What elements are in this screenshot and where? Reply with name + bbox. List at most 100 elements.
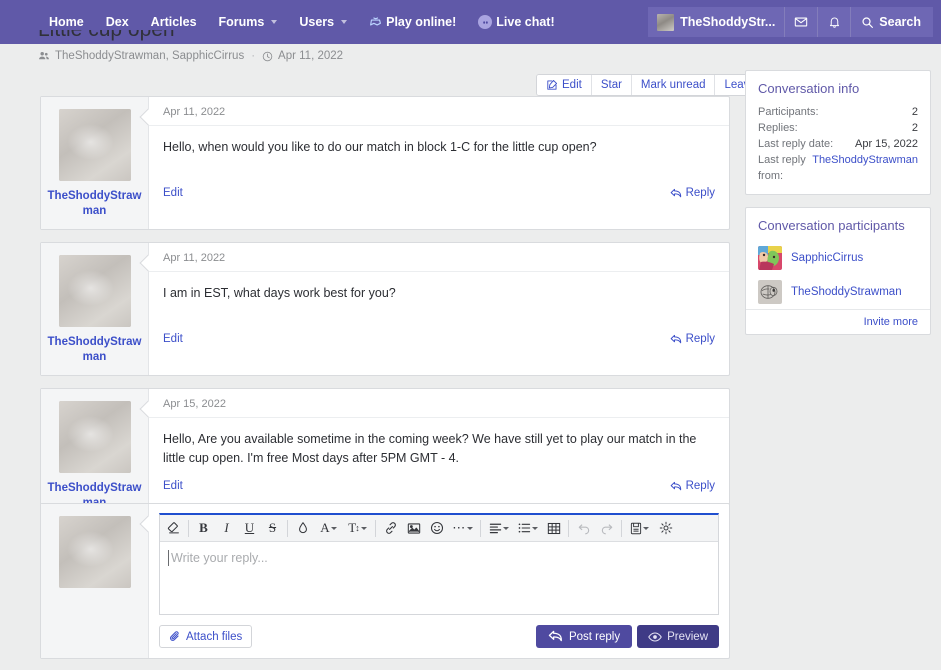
message-edit-link[interactable]: Edit (163, 187, 183, 199)
page-title: Little cup open (38, 30, 175, 42)
info-value: Apr 15, 2022 (855, 136, 918, 152)
conversation-action-bar: Edit Star Mark unread Leave (536, 74, 766, 96)
mark-unread-button[interactable]: Mark unread (632, 75, 716, 95)
avatar (657, 14, 674, 31)
divider (621, 520, 622, 537)
message-reply-link[interactable]: Reply (670, 333, 715, 345)
info-label: Last reply from: (758, 152, 812, 184)
reply-editor-block: B I U S A T ↕ (40, 503, 730, 659)
submit-buttons: Post reply Preview (536, 625, 719, 648)
conversation-participants-heading: Conversation participants (746, 208, 930, 241)
more-options-icon[interactable]: ⋯ (448, 517, 477, 540)
pencil-square-icon (546, 79, 558, 91)
message-text: Hello, Are you available sometime in the… (149, 418, 729, 468)
info-label: Replies: (758, 120, 798, 136)
edit-conversation-button[interactable]: Edit (537, 75, 592, 95)
info-label: Last reply date: (758, 136, 833, 152)
message-date: Apr 11, 2022 (149, 97, 729, 126)
reply-arrow-icon (670, 481, 682, 492)
participant-name: SapphicCirrus (791, 252, 863, 264)
undo-icon[interactable] (572, 517, 595, 540)
conversation-meta: TheShoddyStrawman, SapphicCirrus · Apr 1… (38, 50, 343, 62)
message-footer: Edit Reply (149, 179, 729, 208)
game-controller-icon (369, 16, 382, 29)
message-edit-link[interactable]: Edit (163, 480, 183, 492)
info-row: Last reply date: Apr 15, 2022 (758, 136, 918, 152)
message-item: TheShoddyStrawman Apr 11, 2022 Hello, wh… (40, 96, 730, 230)
message-author-block: TheShoddyStrawman (41, 97, 149, 229)
chevron-down-icon (341, 20, 347, 24)
drafts-icon[interactable] (625, 517, 654, 540)
nav-item-label: Dex (106, 15, 129, 29)
italic-icon[interactable]: I (215, 517, 238, 540)
message-reply-link[interactable]: Reply (670, 480, 715, 492)
insert-smilie-icon[interactable] (425, 517, 448, 540)
message-date: Apr 15, 2022 (149, 389, 729, 418)
clock-icon (262, 51, 273, 62)
insert-table-icon[interactable] (542, 517, 565, 540)
underline-icon[interactable]: U (238, 517, 261, 540)
participant-item[interactable]: TheShoddyStrawman (746, 275, 930, 309)
conversation-info-heading: Conversation info (746, 71, 930, 104)
remove-formatting-icon[interactable] (162, 517, 185, 540)
list-icon[interactable] (513, 517, 542, 540)
insert-image-icon[interactable] (402, 517, 425, 540)
nav-item-label: Home (49, 15, 84, 29)
sandshrew-sketch-avatar[interactable] (59, 109, 131, 181)
divider (375, 520, 376, 537)
sandshrew-sketch-avatar[interactable] (59, 401, 131, 473)
conversation-participants-panel: Conversation participants SapphicCirrus (745, 207, 931, 335)
message-content-block: Apr 15, 2022 Hello, Are you available so… (149, 389, 729, 521)
strikethrough-icon[interactable]: S (261, 517, 284, 540)
text-align-icon[interactable] (484, 517, 513, 540)
bold-icon[interactable]: B (192, 517, 215, 540)
sandshrew-sketch-avatar (59, 516, 131, 588)
message-author-name[interactable]: TheShoddyStrawman (47, 335, 142, 365)
info-value: 2 (912, 104, 918, 120)
last-reply-author-link[interactable]: TheShoddyStrawman (812, 152, 918, 184)
info-row: Replies: 2 (758, 120, 918, 136)
reply-label: Reply (686, 187, 715, 199)
insert-link-icon[interactable] (379, 517, 402, 540)
reply-action-row: Attach files Post reply (159, 625, 719, 648)
page-title-strip: Little cup open (0, 30, 941, 44)
message-author-block: TheShoddyStrawman (41, 243, 149, 375)
message-footer: Edit Reply (149, 325, 729, 354)
font-family-icon[interactable]: A (314, 517, 343, 540)
editor-settings-icon[interactable] (654, 517, 677, 540)
text-color-icon[interactable] (291, 517, 314, 540)
reply-arrow-icon (548, 630, 563, 643)
reply-label: Reply (686, 480, 715, 492)
nav-item-label: Live chat! (496, 15, 554, 29)
post-reply-button[interactable]: Post reply (536, 625, 632, 648)
reply-arrow-icon (670, 188, 682, 199)
message-author-name[interactable]: TheShoddyStrawman (47, 189, 142, 219)
anime-color-avatar (758, 246, 782, 270)
reply-text-input[interactable]: Write your reply... (160, 542, 718, 614)
redo-icon[interactable] (595, 517, 618, 540)
info-value: 2 (912, 120, 918, 136)
action-label: Edit (562, 79, 582, 91)
participant-name: TheShoddyStrawman (791, 286, 902, 298)
participant-item[interactable]: SapphicCirrus (746, 241, 930, 275)
star-conversation-button[interactable]: Star (592, 75, 632, 95)
message-reply-link[interactable]: Reply (670, 187, 715, 199)
text-cursor (168, 550, 169, 566)
search-icon (861, 16, 874, 29)
bell-icon (828, 15, 841, 29)
invite-more-link[interactable]: Invite more (746, 309, 930, 334)
rich-text-editor: B I U S A T ↕ (159, 513, 719, 615)
sandshrew-sketch-avatar[interactable] (59, 255, 131, 327)
message-edit-link[interactable]: Edit (163, 333, 183, 345)
post-reply-label: Post reply (569, 631, 620, 643)
attach-files-button[interactable]: Attach files (159, 625, 252, 648)
chevron-down-icon (503, 527, 509, 530)
chevron-down-icon (532, 527, 538, 530)
font-size-icon[interactable]: T ↕ (343, 517, 372, 540)
reply-label: Reply (686, 333, 715, 345)
info-label: Participants: (758, 104, 819, 120)
action-label: Star (601, 79, 622, 91)
preview-label: Preview (667, 631, 708, 643)
preview-button[interactable]: Preview (637, 625, 719, 648)
message-author-block: TheShoddyStrawman (41, 389, 149, 521)
